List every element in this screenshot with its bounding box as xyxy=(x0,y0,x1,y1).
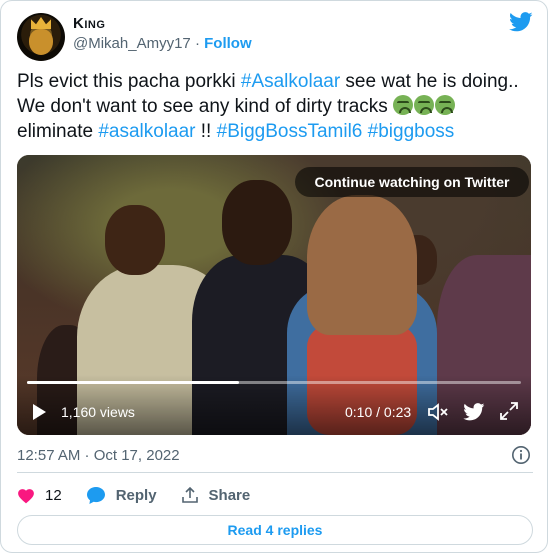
tweet-text-segment: Pls evict this pacha porkki xyxy=(17,71,241,92)
reply-bubble-icon xyxy=(86,486,105,504)
play-icon[interactable] xyxy=(33,404,46,420)
video-progress-bar[interactable] xyxy=(27,381,521,384)
video-person xyxy=(105,205,165,275)
divider xyxy=(17,472,533,473)
tweet-text: Pls evict this pacha porkki #Asalkolaar … xyxy=(17,69,533,144)
volume-muted-icon[interactable] xyxy=(427,403,449,421)
avatar[interactable] xyxy=(17,13,65,61)
follow-button[interactable]: Follow xyxy=(204,35,252,52)
info-icon[interactable] xyxy=(511,445,531,465)
read-replies-button[interactable]: Read 4 replies xyxy=(17,515,533,545)
tweet-card: King @Mikah_Amyy17 · Follow Pls evict th… xyxy=(0,0,548,553)
hashtag-link[interactable]: #Asalkolaar xyxy=(241,71,340,92)
share-label: Share xyxy=(208,486,251,504)
like-count: 12 xyxy=(45,486,62,504)
video-player[interactable]: Continue watching on Twitter 1,160 views… xyxy=(17,155,531,435)
lion-face-icon xyxy=(29,29,53,55)
user-handle[interactable]: @Mikah_Amyy17 xyxy=(73,35,191,52)
nauseated-face-emoji xyxy=(393,95,414,115)
view-count: 1,160 views xyxy=(61,404,135,420)
tweet-text-segment: !! xyxy=(195,121,217,142)
action-bar: 12 Reply Share xyxy=(17,484,274,506)
video-person xyxy=(222,180,292,265)
video-progress-fill xyxy=(27,381,240,384)
tweet-timestamp[interactable]: 12:57 AM · Oct 17, 2022 xyxy=(17,447,180,464)
fullscreen-icon[interactable] xyxy=(499,401,519,421)
display-name[interactable]: King xyxy=(73,15,105,32)
video-person xyxy=(307,195,417,335)
twitter-bird-icon[interactable] xyxy=(509,12,533,32)
twitter-bird-icon[interactable] xyxy=(463,403,485,421)
handle-row: @Mikah_Amyy17 · Follow xyxy=(73,35,252,52)
nauseated-face-emoji xyxy=(435,95,456,115)
tweet-text-segment: eliminate xyxy=(17,121,99,142)
separator-dot: · xyxy=(194,35,200,52)
like-button[interactable]: 12 xyxy=(17,487,62,504)
continue-watching-button[interactable]: Continue watching on Twitter xyxy=(295,167,529,197)
hashtag-link[interactable]: #biggboss xyxy=(368,121,455,142)
nauseated-face-emoji xyxy=(414,95,435,115)
video-time: 0:10 / 0:23 xyxy=(345,404,412,420)
reply-label: Reply xyxy=(115,486,157,504)
heart-icon xyxy=(18,488,34,503)
share-icon xyxy=(181,486,198,503)
reply-button[interactable]: Reply xyxy=(86,486,157,505)
hashtag-link[interactable]: #asalkolaar xyxy=(98,121,195,142)
crown-icon xyxy=(31,17,51,29)
share-button[interactable]: Share xyxy=(181,486,251,504)
hashtag-link[interactable]: #BiggBossTamil6 xyxy=(217,121,363,142)
